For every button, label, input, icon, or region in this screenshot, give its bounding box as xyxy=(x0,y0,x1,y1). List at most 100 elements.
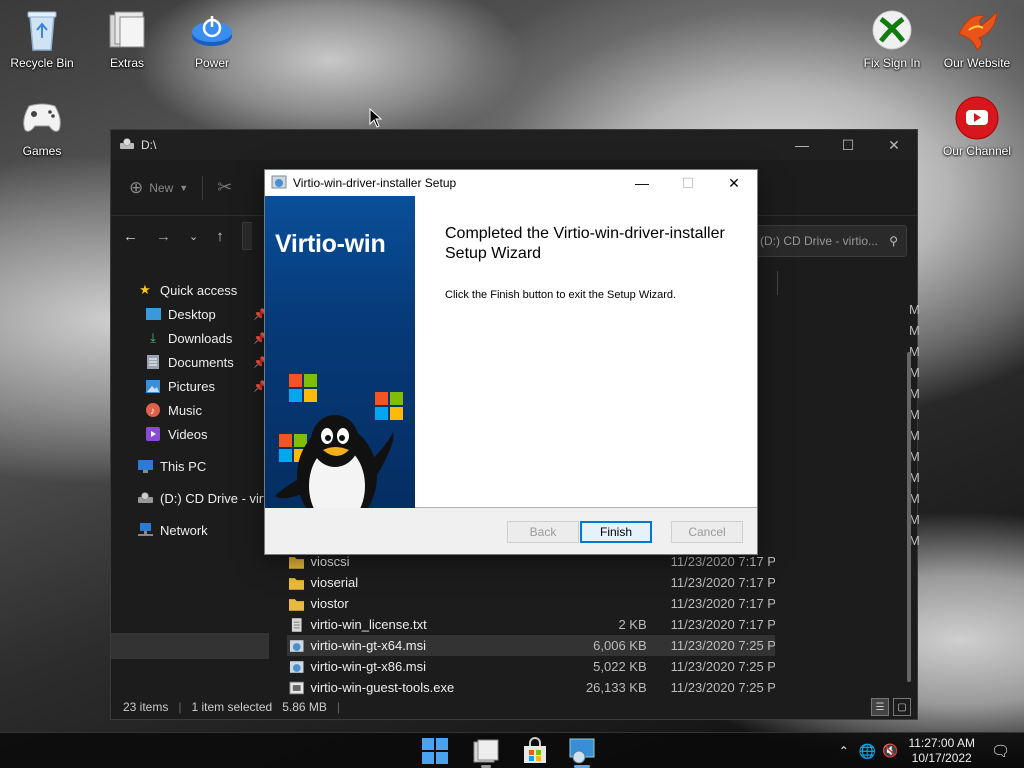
back-arrow-icon[interactable]: ← xyxy=(123,228,138,245)
clock-time: 11:27:00 AM xyxy=(908,736,975,750)
svg-text:♪: ♪ xyxy=(150,406,155,417)
address-bar-start[interactable] xyxy=(241,222,252,250)
folder-icon xyxy=(289,577,305,590)
download-icon: ⤓ xyxy=(150,330,156,345)
start-button[interactable] xyxy=(419,735,451,767)
desktop-icon-our-website[interactable]: Our Website xyxy=(937,8,1017,70)
desktop-icon-power[interactable]: Power xyxy=(172,8,252,70)
date-fragment: M xyxy=(909,323,920,338)
file-size: 6,006 KB xyxy=(593,638,647,653)
folder-icon xyxy=(289,556,305,569)
file-row[interactable]: viostor 11/23/2020 7:17 PM xyxy=(287,593,775,614)
nav-cd-drive[interactable]: (D:) CD Drive - virti xyxy=(137,490,270,506)
taskbar: ⌃ 🌐 🔇 11:27:00 AM 10/17/2022 🗨 xyxy=(0,732,1024,768)
file-name: vioserial xyxy=(310,575,359,590)
desktop-icon-extras[interactable]: Extras xyxy=(87,8,167,70)
file-date: 11/23/2020 7:17 PM xyxy=(670,554,775,569)
nav-label: This PC xyxy=(160,458,207,474)
desktop-icon-games[interactable]: Games xyxy=(2,96,82,158)
details-view-icon[interactable]: ☰ xyxy=(871,698,889,716)
language-globe-icon[interactable]: 🌐 xyxy=(859,743,876,760)
speaker-muted-icon[interactable]: 🔇 xyxy=(882,743,898,759)
nav-label: Documents xyxy=(168,354,234,370)
desktop-icon-recycle-bin[interactable]: Recycle Bin xyxy=(2,8,82,70)
dialog-content: Virtio-win Completed the Virtio-win-driv… xyxy=(265,196,757,508)
dialog-title-bar[interactable]: Virtio-win-driver-installer Setup — ☐ ✕ xyxy=(265,170,757,196)
wizard-message: Click the Finish button to exit the Setu… xyxy=(445,289,677,301)
text-file-icon xyxy=(291,617,302,632)
file-name: viostor xyxy=(310,596,349,611)
close-button[interactable]: ✕ xyxy=(871,130,917,160)
dialog-minimize-button[interactable]: — xyxy=(619,170,665,196)
dialog-title: Virtio-win-driver-installer Setup xyxy=(293,176,457,190)
clock[interactable]: 11:27:00 AM 10/17/2022 xyxy=(908,736,975,766)
picture-icon xyxy=(145,378,161,394)
file-date: 11/23/2020 7:25 P... xyxy=(670,680,775,695)
minimize-button[interactable]: — xyxy=(779,130,825,160)
file-explorer-icon xyxy=(473,739,499,763)
taskbar-setup-app[interactable] xyxy=(566,735,598,768)
taskbar-file-explorer[interactable] xyxy=(470,735,502,768)
large-icons-view-icon[interactable]: ▢ xyxy=(893,698,911,716)
file-date: 11/23/2020 7:17 PM xyxy=(670,617,775,632)
nav-label: Downloads xyxy=(168,330,233,346)
nav-desktop[interactable]: Desktop xyxy=(145,306,216,322)
date-fragment: M xyxy=(909,302,920,317)
network-icon xyxy=(137,522,153,538)
nav-label: Desktop xyxy=(168,306,216,322)
file-size: 5,022 KB xyxy=(593,659,647,674)
new-label: New xyxy=(149,180,174,195)
recycle-bin-icon xyxy=(20,8,64,52)
nav-network[interactable]: Network xyxy=(137,522,208,538)
up-arrow-icon[interactable]: ↑ xyxy=(216,228,224,245)
file-name: virtio-win-gt-x86.msi xyxy=(310,659,427,674)
nav-music[interactable]: ♪ Music xyxy=(145,402,202,418)
windows-logo-icon xyxy=(422,738,448,764)
item-count: 23 items xyxy=(123,700,169,714)
file-date: 11/23/2020 7:17 PM xyxy=(670,596,775,611)
maximize-button[interactable]: ☐ xyxy=(825,130,871,160)
nav-pictures[interactable]: Pictures xyxy=(145,378,215,394)
new-button[interactable]: ⊕ New ▼ xyxy=(129,178,188,198)
forward-arrow-icon[interactable]: → xyxy=(156,228,171,245)
cut-icon[interactable]: ✂ xyxy=(217,177,232,198)
desktop-icon-our-channel[interactable]: Our Channel xyxy=(937,96,1017,158)
recent-locations-chevron-icon[interactable]: ⌄ xyxy=(189,230,198,243)
file-row[interactable]: virtio-win-gt-x86.msi 5,022 KB 11/23/202… xyxy=(287,656,775,677)
desktop-icon-label: Our Website xyxy=(943,56,1011,70)
nav-downloads[interactable]: ⤓ Downloads xyxy=(145,330,232,346)
nav-documents[interactable]: Documents xyxy=(145,354,234,370)
chevron-up-icon[interactable]: ⌃ xyxy=(839,744,849,758)
nav-label: Pictures xyxy=(168,378,215,394)
file-size: 26,133 KB xyxy=(585,680,647,695)
plus-icon: ⊕ xyxy=(129,177,144,197)
star-icon: ★ xyxy=(139,282,151,297)
phoenix-icon xyxy=(955,8,999,52)
nav-quick-access[interactable]: ★ Quick access xyxy=(137,282,237,298)
file-row[interactable]: virtio-win_license.txt 2 KB 11/23/2020 7… xyxy=(287,614,775,635)
nav-this-pc[interactable]: This PC xyxy=(137,458,206,474)
nav-videos[interactable]: Videos xyxy=(145,426,208,442)
desktop-icon-fix-sign-in[interactable]: Fix Sign In xyxy=(852,8,932,70)
dialog-maximize-button: ☐ xyxy=(681,174,695,191)
notification-icon[interactable]: 🗨 xyxy=(991,742,1010,760)
nav-label: Videos xyxy=(168,426,208,442)
setup-wizard-dialog[interactable]: Virtio-win-driver-installer Setup — ☐ ✕ … xyxy=(264,169,758,555)
file-name: virtio-win-guest-tools.exe xyxy=(310,680,455,695)
finish-button[interactable]: Finish xyxy=(580,521,652,543)
dialog-close-button[interactable]: ✕ xyxy=(711,170,757,196)
search-box[interactable]: (D:) CD Drive - virtio... ⚲ xyxy=(751,225,907,257)
desktop-icon-label: Games xyxy=(22,144,62,158)
nav-label: Quick access xyxy=(160,282,238,298)
desktop-icon-label: Power xyxy=(194,56,229,70)
folder-icon xyxy=(289,598,305,611)
selection-size: 5.86 MB xyxy=(282,700,327,714)
desktop-icon-label: Our Channel xyxy=(942,144,1012,158)
file-row-selected[interactable]: virtio-win-gt-x64.msi 6,006 KB 11/23/202… xyxy=(287,635,775,656)
explorer-title-bar[interactable]: D:\ — ☐ ✕ xyxy=(111,130,917,160)
folder-stack-icon xyxy=(105,8,149,52)
taskbar-store[interactable] xyxy=(519,735,551,767)
vertical-scrollbar[interactable] xyxy=(907,352,911,682)
file-row[interactable]: vioserial 11/23/2020 7:17 PM xyxy=(287,572,775,593)
executable-icon xyxy=(289,681,304,694)
